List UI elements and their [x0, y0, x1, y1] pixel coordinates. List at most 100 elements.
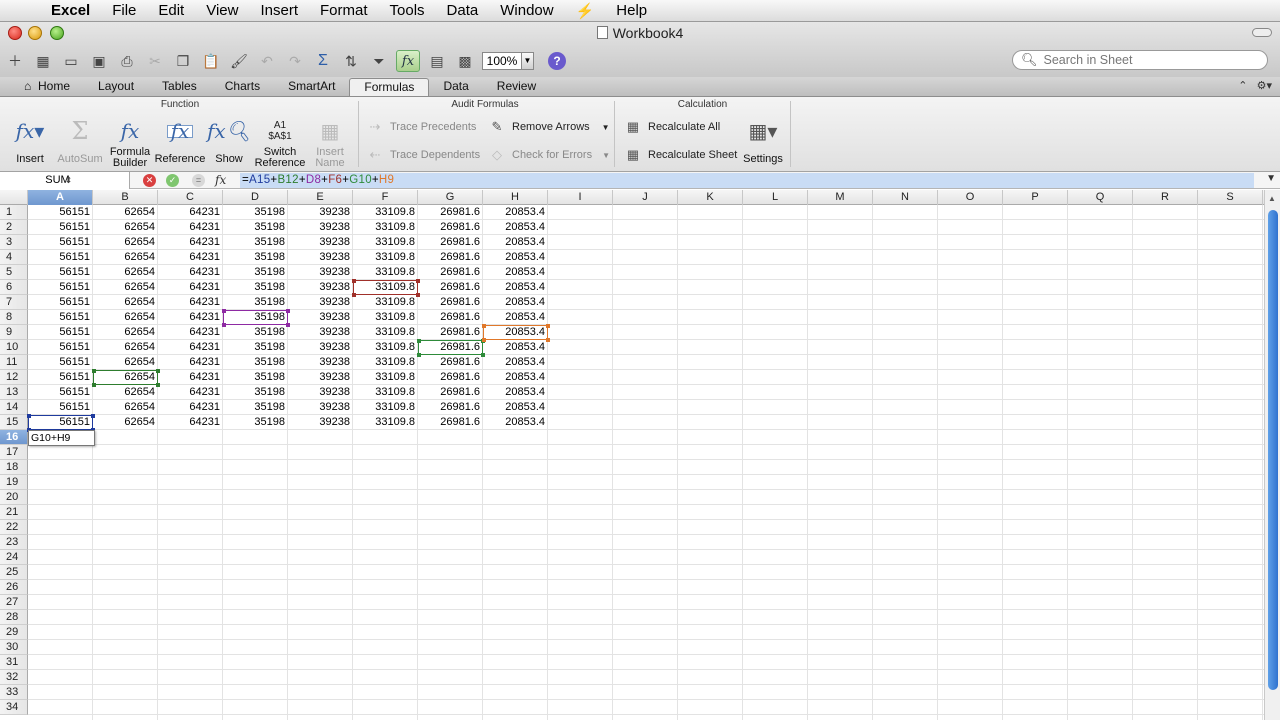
column-header-f[interactable]: F	[353, 190, 418, 205]
cell-f4[interactable]: 33109.8	[353, 250, 418, 265]
row-header-4[interactable]: 4	[0, 250, 28, 265]
row-header-23[interactable]: 23	[0, 535, 28, 550]
cell-e13[interactable]: 39238	[288, 385, 353, 400]
column-header-l[interactable]: L	[743, 190, 808, 205]
row-header-31[interactable]: 31	[0, 655, 28, 670]
cell-a12[interactable]: 56151	[28, 370, 93, 385]
cell-e10[interactable]: 39238	[288, 340, 353, 355]
cell-d14[interactable]: 35198	[223, 400, 288, 415]
row-header-30[interactable]: 30	[0, 640, 28, 655]
cell-g2[interactable]: 26981.6	[418, 220, 483, 235]
cell-g4[interactable]: 26981.6	[418, 250, 483, 265]
insert-function-button[interactable]: fx▾ Insert	[8, 115, 52, 165]
cell-a6[interactable]: 56151	[28, 280, 93, 295]
insert-function-fx-icon[interactable]: fx	[215, 172, 226, 188]
cell-a3[interactable]: 56151	[28, 235, 93, 250]
cell-e2[interactable]: 39238	[288, 220, 353, 235]
column-header-c[interactable]: C	[158, 190, 223, 205]
cell-e14[interactable]: 39238	[288, 400, 353, 415]
cell-d4[interactable]: 35198	[223, 250, 288, 265]
row-header-14[interactable]: 14	[0, 400, 28, 415]
redo-icon[interactable]: ↷	[284, 51, 306, 71]
cell-b6[interactable]: 62654	[93, 280, 158, 295]
ribbon-options-icon[interactable]: ⌃ ⚙▾	[1238, 79, 1272, 92]
cell-e11[interactable]: 39238	[288, 355, 353, 370]
cancel-entry-icon[interactable]: ✕	[143, 174, 156, 187]
cell-c4[interactable]: 64231	[158, 250, 223, 265]
cell-h14[interactable]: 20853.4	[483, 400, 548, 415]
row-header-17[interactable]: 17	[0, 445, 28, 460]
cell-d5[interactable]: 35198	[223, 265, 288, 280]
row-header-5[interactable]: 5	[0, 265, 28, 280]
column-header-a[interactable]: A	[28, 190, 93, 205]
cell-e4[interactable]: 39238	[288, 250, 353, 265]
column-header-r[interactable]: R	[1133, 190, 1198, 205]
cell-e12[interactable]: 39238	[288, 370, 353, 385]
cell-b3[interactable]: 62654	[93, 235, 158, 250]
open-icon[interactable]: ▭	[60, 51, 82, 71]
row-header-25[interactable]: 25	[0, 565, 28, 580]
row-header-1[interactable]: 1	[0, 205, 28, 220]
cell-h8[interactable]: 20853.4	[483, 310, 548, 325]
row-header-12[interactable]: 12	[0, 370, 28, 385]
cell-d6[interactable]: 35198	[223, 280, 288, 295]
reference-button[interactable]: fx Reference	[154, 115, 206, 165]
cell-a15[interactable]: 56151	[28, 415, 93, 430]
menu-edit[interactable]: Edit	[147, 2, 195, 19]
row-header-27[interactable]: 27	[0, 595, 28, 610]
insert-name-button[interactable]: ▦ Insert Name	[306, 115, 354, 169]
cell-h1[interactable]: 20853.4	[483, 205, 548, 220]
row-header-34[interactable]: 34	[0, 700, 28, 715]
print-icon[interactable]: ⎙	[116, 51, 138, 71]
cell-f15[interactable]: 33109.8	[353, 415, 418, 430]
cell-g7[interactable]: 26981.6	[418, 295, 483, 310]
gallery-icon[interactable]: ▦	[32, 51, 54, 71]
cell-c3[interactable]: 64231	[158, 235, 223, 250]
cell-f1[interactable]: 33109.8	[353, 205, 418, 220]
enter-entry-icon[interactable]: ✓	[166, 174, 179, 187]
toolbar-toggle-button[interactable]	[1252, 28, 1272, 37]
cell-f5[interactable]: 33109.8	[353, 265, 418, 280]
cell-h7[interactable]: 20853.4	[483, 295, 548, 310]
undo-icon[interactable]: ↶	[256, 51, 278, 71]
cell-a2[interactable]: 56151	[28, 220, 93, 235]
cell-d1[interactable]: 35198	[223, 205, 288, 220]
cell-f3[interactable]: 33109.8	[353, 235, 418, 250]
row-header-21[interactable]: 21	[0, 505, 28, 520]
cell-g14[interactable]: 26981.6	[418, 400, 483, 415]
trace-precedents-button[interactable]: ⇢ Trace Precedents	[366, 119, 477, 135]
worksheet-grid[interactable]: ABCDEFGHIJKLMNOPQRS 1 2 3 4 5 6 7 8 9 10 11 12 13 14 1…	[0, 190, 1264, 720]
scrollbar-thumb[interactable]	[1268, 210, 1278, 690]
cell-a9[interactable]: 56151	[28, 325, 93, 340]
vertical-scrollbar[interactable]: ▲	[1264, 190, 1280, 720]
row-header-6[interactable]: 6	[0, 280, 28, 295]
cell-g5[interactable]: 26981.6	[418, 265, 483, 280]
zoom-field[interactable]: 100%	[482, 52, 522, 70]
cell-h15[interactable]: 20853.4	[483, 415, 548, 430]
cell-c2[interactable]: 64231	[158, 220, 223, 235]
menu-tools[interactable]: Tools	[379, 2, 436, 19]
menu-window[interactable]: Window	[489, 2, 564, 19]
row-header-13[interactable]: 13	[0, 385, 28, 400]
tab-tables[interactable]: Tables	[148, 78, 211, 96]
cell-b9[interactable]: 62654	[93, 325, 158, 340]
cell-g15[interactable]: 26981.6	[418, 415, 483, 430]
cell-h11[interactable]: 20853.4	[483, 355, 548, 370]
cell-h10[interactable]: 20853.4	[483, 340, 548, 355]
script-menu-icon[interactable]: ⚡	[565, 2, 606, 20]
cell-b14[interactable]: 62654	[93, 400, 158, 415]
cell-f9[interactable]: 33109.8	[353, 325, 418, 340]
tab-home[interactable]: Home	[16, 78, 84, 96]
cell-d11[interactable]: 35198	[223, 355, 288, 370]
tab-formulas[interactable]: Formulas	[349, 78, 430, 96]
cell-d12[interactable]: 35198	[223, 370, 288, 385]
sort-icon[interactable]: ⇅	[340, 51, 362, 71]
cell-e7[interactable]: 39238	[288, 295, 353, 310]
column-header-d[interactable]: D	[223, 190, 288, 205]
trace-dependents-button[interactable]: ⇠ Trace Dependents	[366, 147, 481, 163]
cell-c13[interactable]: 64231	[158, 385, 223, 400]
row-header-32[interactable]: 32	[0, 670, 28, 685]
row-header-19[interactable]: 19	[0, 475, 28, 490]
format-painter-icon[interactable]: 🖌	[228, 51, 250, 71]
column-header-k[interactable]: K	[678, 190, 743, 205]
